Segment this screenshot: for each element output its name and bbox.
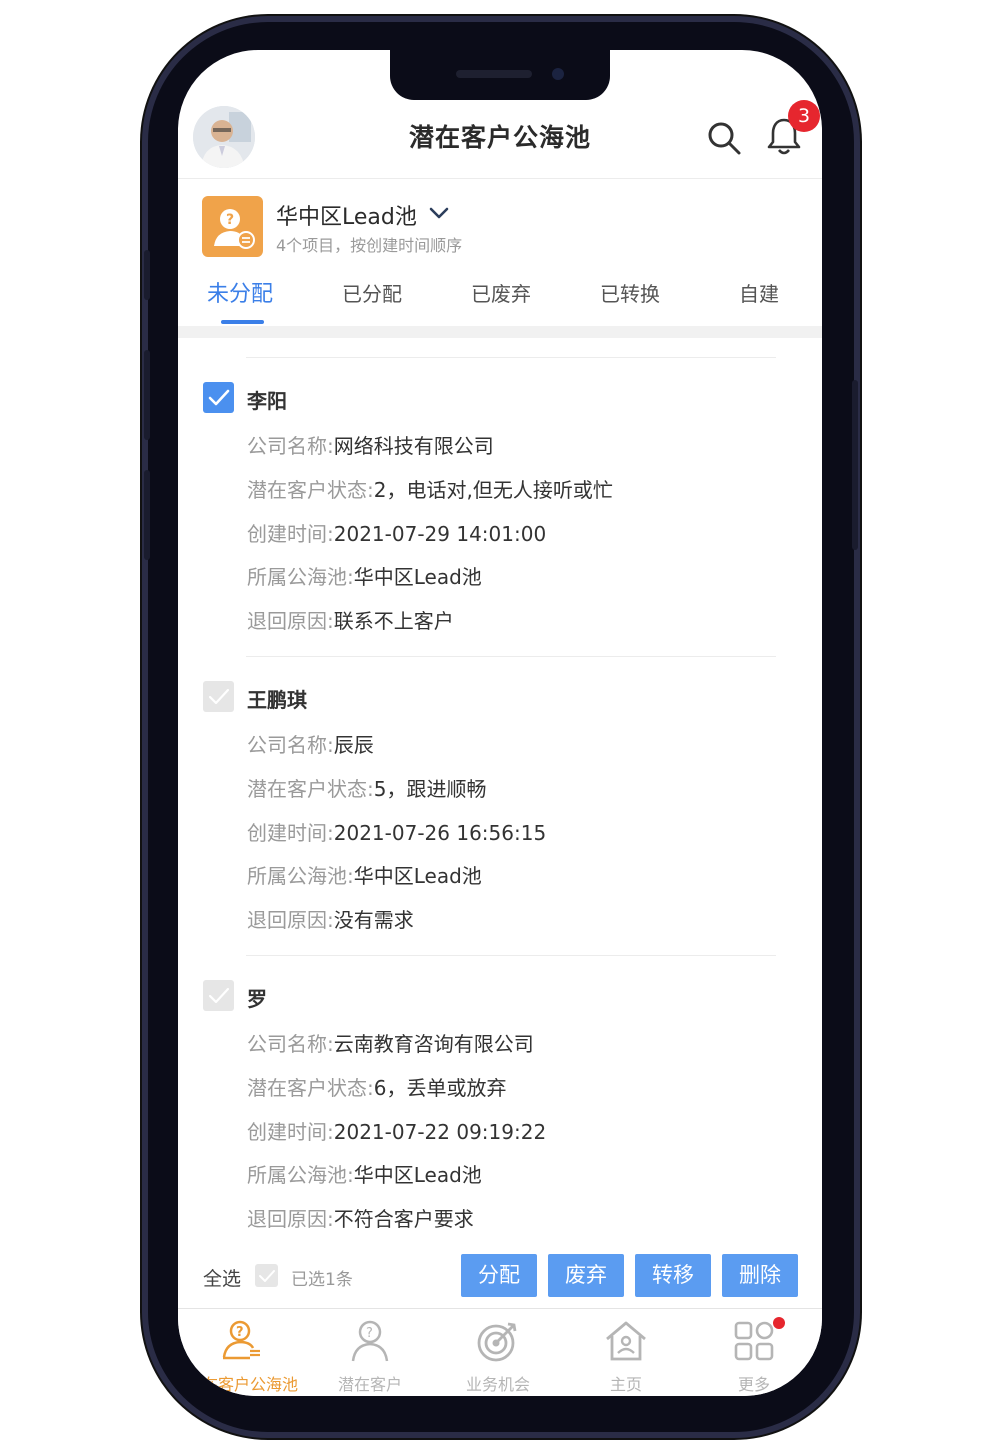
lead-return-reason: 退回原因:没有需求 <box>247 908 414 932</box>
divider <box>246 955 776 956</box>
nav-label: 潜在客户 <box>337 1375 402 1394</box>
lead-name[interactable]: 罗 <box>247 983 267 1012</box>
nav-leads[interactable]: ? 潜在客户 <box>306 1309 434 1396</box>
tab-discarded[interactable]: 已废弃 <box>471 278 531 307</box>
tab-unassigned[interactable]: 未分配 <box>207 276 273 308</box>
lead-status: 潜在客户状态:6，丢单或放弃 <box>247 1076 507 1100</box>
lead-checkbox[interactable] <box>203 681 234 712</box>
home-icon <box>606 1321 646 1361</box>
app-screen: 潜在客户公海池 3 ? 华中区Lead池 4个项目，按创建时间顺序 未分配 已分… <box>178 50 822 1396</box>
phone-side-button <box>144 470 150 560</box>
nav-label: 更多 <box>737 1375 770 1394</box>
section-separator <box>178 326 822 338</box>
select-all-label[interactable]: 全选 <box>203 1264 241 1291</box>
grid-icon <box>734 1321 774 1361</box>
svg-text:?: ? <box>226 212 234 228</box>
lead-created-time: 创建时间:2021-07-29 14:01:00 <box>247 522 547 546</box>
nav-lead-pool[interactable]: ? 潜在客户公海池 <box>178 1309 306 1396</box>
svg-text:?: ? <box>236 1325 244 1340</box>
divider <box>246 357 776 358</box>
lead-return-reason: 退回原因:不符合客户要求 <box>247 1207 474 1231</box>
svg-text:?: ? <box>366 1326 373 1341</box>
discard-button[interactable]: 废弃 <box>548 1254 624 1297</box>
tab-self-created[interactable]: 自建 <box>739 278 779 307</box>
nav-home[interactable]: 主页 <box>562 1309 690 1396</box>
lead-return-reason: 退回原因:联系不上客户 <box>247 609 454 633</box>
delete-button[interactable]: 删除 <box>722 1254 798 1297</box>
nav-label: 业务机会 <box>465 1375 530 1394</box>
tab-bar: 未分配 已分配 已废弃 已转换 自建 <box>178 272 822 326</box>
person-icon: ? <box>351 1320 389 1362</box>
divider <box>246 656 776 657</box>
transfer-button[interactable]: 转移 <box>635 1254 711 1297</box>
lead-created-time: 创建时间:2021-07-22 09:19:22 <box>247 1120 547 1144</box>
lead-pool: 所属公海池:华中区Lead池 <box>247 864 482 888</box>
selected-count: 已选1条 <box>291 1270 353 1290</box>
top-header: 潜在客户公海池 3 <box>178 100 822 179</box>
nav-more[interactable]: 更多 <box>690 1309 818 1396</box>
bottom-nav: ? 潜在客户公海池 ? 潜在客户 业务机会 主页 更多 <box>178 1308 822 1396</box>
tab-assigned[interactable]: 已分配 <box>342 278 402 307</box>
target-icon <box>477 1322 517 1362</box>
nav-opportunities[interactable]: 业务机会 <box>434 1309 562 1396</box>
lead-company: 公司名称:云南教育咨询有限公司 <box>247 1032 534 1056</box>
lead-name[interactable]: 王鹏琪 <box>247 684 307 713</box>
notification-badge: 3 <box>788 100 820 132</box>
pool-subtitle: 4个项目，按创建时间顺序 <box>276 236 463 255</box>
nav-label: 主页 <box>609 1375 642 1394</box>
speaker <box>456 70 532 78</box>
lead-company: 公司名称:辰辰 <box>247 733 374 757</box>
lead-created-time: 创建时间:2021-07-26 16:56:15 <box>247 821 547 845</box>
phone-side-button <box>144 350 150 440</box>
lead-status: 潜在客户状态:5，跟进顺畅 <box>247 777 487 801</box>
search-icon[interactable] <box>706 120 742 156</box>
chevron-down-icon[interactable] <box>428 204 450 222</box>
lead-company: 公司名称:网络科技有限公司 <box>247 434 494 458</box>
phone-side-button <box>852 380 858 550</box>
active-tab-indicator <box>221 320 264 324</box>
lead-name[interactable]: 李阳 <box>247 385 287 414</box>
assign-button[interactable]: 分配 <box>461 1254 537 1297</box>
lead-checkbox[interactable] <box>203 382 234 413</box>
phone-side-button <box>144 250 150 300</box>
camera <box>552 68 564 80</box>
pool-name[interactable]: 华中区Lead池 <box>276 199 417 231</box>
lead-pool: 所属公海池:华中区Lead池 <box>247 1163 482 1187</box>
select-all-checkbox[interactable] <box>255 1264 278 1287</box>
phone-notch <box>390 50 610 100</box>
lead-status: 潜在客户状态:2，电话对,但无人接听或忙 <box>247 478 613 502</box>
tab-converted[interactable]: 已转换 <box>600 278 660 307</box>
nav-label: 潜在客户公海池 <box>185 1375 298 1394</box>
more-notification-dot <box>773 1317 785 1329</box>
lead-checkbox[interactable] <box>203 980 234 1011</box>
lead-pool: 所属公海池:华中区Lead池 <box>247 565 482 589</box>
lead-pool-icon: ? <box>202 196 263 257</box>
lead-pool-icon: ? <box>222 1320 260 1360</box>
